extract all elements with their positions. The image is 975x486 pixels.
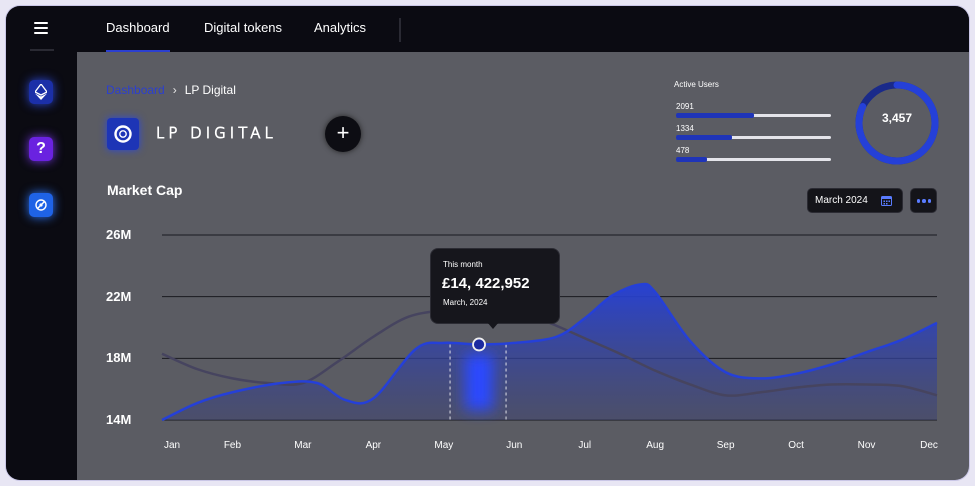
x-tick-label: Sep xyxy=(716,440,735,451)
y-tick-label: 14M xyxy=(106,412,132,427)
y-tick-label: 18M xyxy=(106,350,132,366)
x-tick-label: Mar xyxy=(294,440,312,451)
x-tick-label: Apr xyxy=(365,440,382,451)
x-tick-label: May xyxy=(434,440,454,451)
tooltip-value: £14, 422,952 xyxy=(442,275,530,292)
highlight-marker[interactable] xyxy=(472,337,486,352)
y-tick-label: 22M xyxy=(106,288,132,304)
tooltip-pointer xyxy=(487,322,499,329)
x-tick-label: Oct xyxy=(788,440,804,451)
x-tick-label: Aug xyxy=(646,440,665,451)
y-tick-label: 26M xyxy=(106,227,132,242)
x-tick-label: Jun xyxy=(506,440,523,451)
tooltip-date: March, 2024 xyxy=(443,298,488,307)
highlight-glow xyxy=(465,354,494,410)
x-tick-label: Nov xyxy=(857,440,876,451)
market-cap-chart xyxy=(161,234,938,422)
app-window: ? Dashboard Digital tokens Analytics Das… xyxy=(6,6,969,480)
x-tick-label: Feb xyxy=(223,440,242,451)
chart-tooltip: This month £14, 422,952 March, 2024 xyxy=(431,249,559,323)
x-tick-label: Jul xyxy=(578,440,592,451)
tooltip-label: This month xyxy=(443,260,483,269)
x-tick-label: Jan xyxy=(163,440,181,451)
x-tick-label: Dec xyxy=(920,440,938,451)
